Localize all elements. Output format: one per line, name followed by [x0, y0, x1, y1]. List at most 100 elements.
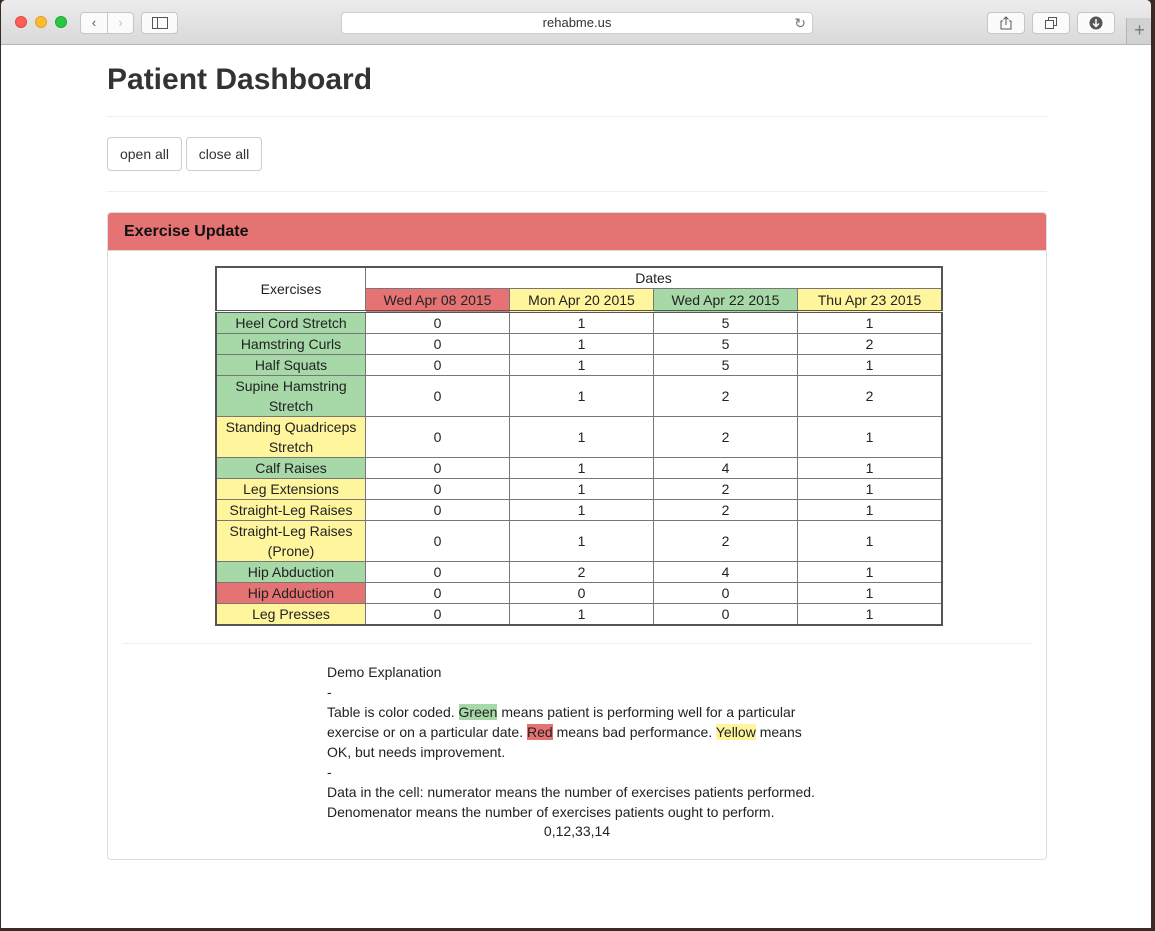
demo-explanation: Demo Explanation - Table is color coded.…: [327, 662, 827, 822]
exercise-table: Exercises Dates Wed Apr 08 2015 Mon Apr 2…: [215, 266, 943, 626]
value-cell: 1: [509, 478, 654, 500]
green-label: Green: [458, 704, 498, 720]
new-tab-button[interactable]: +: [1126, 18, 1151, 44]
value-cell: 2: [653, 478, 798, 500]
red-label: Red: [527, 724, 553, 740]
forward-button[interactable]: ›: [107, 12, 134, 34]
value-cell: 0: [365, 354, 510, 376]
date-header: Wed Apr 22 2015: [653, 288, 798, 312]
value-cell: 0: [365, 478, 510, 500]
value-cell: 2: [797, 375, 943, 417]
table-row: Calf Raises 0 1 4 1: [215, 457, 943, 479]
value-cell: 1: [509, 520, 654, 562]
value-cell: 2: [653, 499, 798, 521]
divider: [107, 191, 1047, 192]
value-cell: 1: [797, 520, 943, 562]
exercise-name-cell: Calf Raises: [215, 457, 366, 479]
value-cell: 5: [653, 354, 798, 376]
download-icon: [1089, 16, 1103, 30]
date-header: Mon Apr 20 2015: [509, 288, 654, 312]
separator: -: [327, 684, 332, 700]
table-row: Hip Abduction 0 2 4 1: [215, 561, 943, 583]
value-cell: 1: [797, 354, 943, 376]
value-cell: 2: [509, 561, 654, 583]
browser-window: ‹ › rehabme.us ↻ + Patient Dashboard ope…: [1, 0, 1151, 928]
value-cell: 1: [797, 603, 943, 626]
table-row: Straight-Leg Raises 0 1 2 1: [215, 499, 943, 521]
table-row: Hamstring Curls 0 1 5 2: [215, 333, 943, 355]
value-cell: 4: [653, 457, 798, 479]
yellow-label: Yellow: [715, 724, 756, 740]
tabs-icon: [1045, 17, 1057, 29]
value-cell: 2: [653, 375, 798, 417]
dates-header: Dates: [365, 266, 943, 290]
value-cell: 0: [365, 499, 510, 521]
plus-icon: +: [1134, 20, 1145, 40]
exercise-name-cell: Straight-Leg Raises (Prone): [215, 520, 366, 562]
value-cell: 0: [365, 416, 510, 458]
exercises-header: Exercises: [215, 266, 366, 312]
value-cell: 1: [509, 499, 654, 521]
zoom-window-button[interactable]: [55, 16, 67, 28]
value-cell: 0: [365, 310, 510, 334]
table-row: Leg Presses 0 1 0 1: [215, 603, 943, 626]
value-cell: 1: [797, 457, 943, 479]
exercise-name-cell: Leg Extensions: [215, 478, 366, 500]
value-cell: 0: [365, 603, 510, 626]
url-text: rehabme.us: [542, 15, 612, 30]
chevron-right-icon: ›: [118, 15, 123, 30]
value-cell: 5: [653, 333, 798, 355]
exercise-name-cell: Supine Hamstring Stretch: [215, 375, 366, 417]
value-cell: 1: [509, 333, 654, 355]
sidebar-toggle-button[interactable]: [141, 12, 178, 34]
panel-heading[interactable]: Exercise Update: [108, 213, 1046, 251]
close-all-button[interactable]: close all: [186, 137, 262, 171]
value-cell: 2: [653, 416, 798, 458]
page-title: Patient Dashboard: [107, 63, 373, 96]
date-header: Thu Apr 23 2015: [797, 288, 943, 312]
close-window-button[interactable]: [15, 16, 27, 28]
table-row: Hip Adduction 0 0 0 1: [215, 582, 943, 604]
exercise-name-cell: Standing Quadriceps Stretch: [215, 416, 366, 458]
table-row: Heel Cord Stretch 0 1 5 1: [215, 310, 943, 334]
value-cell: 1: [797, 478, 943, 500]
exercise-name-cell: Hamstring Curls: [215, 333, 366, 355]
value-cell: 1: [797, 582, 943, 604]
value-cell: 0: [365, 333, 510, 355]
reload-icon[interactable]: ↻: [794, 13, 806, 33]
value-cell: 4: [653, 561, 798, 583]
value-cell: 1: [797, 499, 943, 521]
chevron-left-icon: ‹: [91, 15, 97, 30]
share-button[interactable]: [987, 12, 1025, 34]
page-content: Patient Dashboard open all close all Exe…: [1, 45, 1151, 928]
value-cell: 5: [653, 310, 798, 334]
date-header: Wed Apr 08 2015: [365, 288, 510, 312]
open-all-button[interactable]: open all: [107, 137, 182, 171]
table-body: Heel Cord Stretch 0 1 5 1 Hamstring Curls 0 1 5 2…: [215, 310, 943, 626]
value-cell: 1: [797, 310, 943, 334]
exercise-name-cell: Hip Abduction: [215, 561, 366, 583]
value-cell: 1: [797, 416, 943, 458]
downloads-button[interactable]: [1077, 12, 1115, 34]
back-button[interactable]: ‹: [80, 12, 108, 34]
table-row: Straight-Leg Raises (Prone) 0 1 2 1: [215, 520, 943, 562]
color-legend-text: Table is color coded. Green means patien…: [327, 702, 827, 762]
exercise-name-cell: Heel Cord Stretch: [215, 310, 366, 334]
exercise-name-cell: Leg Presses: [215, 603, 366, 626]
value-cell: 0: [509, 582, 654, 604]
value-cell: 0: [365, 520, 510, 562]
ratio-summary: 0,12,33,14: [543, 823, 611, 839]
value-cell: 1: [509, 310, 654, 334]
minimize-window-button[interactable]: [35, 16, 47, 28]
sidebar-icon: [151, 17, 168, 29]
exercise-name-cell: Straight-Leg Raises: [215, 499, 366, 521]
exercise-name-cell: Half Squats: [215, 354, 366, 376]
show-tabs-button[interactable]: [1032, 12, 1070, 34]
legend-text: means bad performance.: [552, 724, 716, 740]
divider: [123, 643, 1031, 644]
value-cell: 0: [365, 457, 510, 479]
address-bar[interactable]: rehabme.us ↻: [341, 12, 813, 34]
value-cell: 0: [365, 561, 510, 583]
value-cell: 1: [509, 603, 654, 626]
value-cell: 0: [653, 582, 798, 604]
